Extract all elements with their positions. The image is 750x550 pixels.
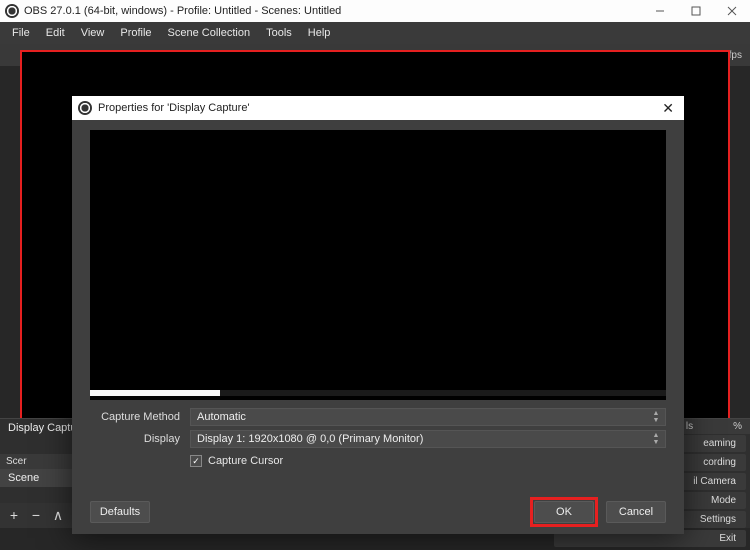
window-title: OBS 27.0.1 (64-bit, windows) - Profile: … xyxy=(24,5,341,17)
titlebar: OBS 27.0.1 (64-bit, windows) - Profile: … xyxy=(0,0,750,22)
dialog-titlebar: Properties for 'Display Capture' ✕ xyxy=(72,96,684,120)
menu-help[interactable]: Help xyxy=(300,24,339,42)
close-icon[interactable]: ✕ xyxy=(658,100,678,117)
remove-icon[interactable]: − xyxy=(28,507,44,524)
up-icon[interactable]: ∧ xyxy=(50,507,66,524)
defaults-button[interactable]: Defaults xyxy=(90,501,150,523)
capture-method-label: Capture Method xyxy=(90,411,190,423)
dialog-preview xyxy=(90,130,666,400)
capture-cursor-checkbox[interactable]: ✓ xyxy=(190,455,202,467)
controls-head-pct: % xyxy=(733,421,742,432)
obs-logo-icon xyxy=(78,101,92,115)
close-window-button[interactable] xyxy=(714,0,750,22)
capture-method-select[interactable]: Automatic ▲▼ xyxy=(190,408,666,426)
capture-method-value: Automatic xyxy=(197,411,246,423)
add-icon[interactable]: + xyxy=(6,507,22,524)
menu-view[interactable]: View xyxy=(73,24,113,42)
menu-scene-collection[interactable]: Scene Collection xyxy=(160,24,259,42)
menubar: File Edit View Profile Scene Collection … xyxy=(0,22,750,44)
cancel-button[interactable]: Cancel xyxy=(606,501,666,523)
display-value: Display 1: 1920x1080 @ 0,0 (Primary Moni… xyxy=(197,433,423,445)
minimize-button[interactable] xyxy=(642,0,678,22)
ok-button[interactable]: OK xyxy=(534,501,594,523)
display-label: Display xyxy=(90,433,190,445)
capture-cursor-label: Capture Cursor xyxy=(208,455,283,467)
obs-logo-icon xyxy=(5,4,19,18)
spinner-icon[interactable]: ▲▼ xyxy=(649,432,663,446)
menu-tools[interactable]: Tools xyxy=(258,24,300,42)
menu-file[interactable]: File xyxy=(4,24,38,42)
menu-profile[interactable]: Profile xyxy=(112,24,159,42)
controls-head: ls xyxy=(686,421,693,432)
menu-edit[interactable]: Edit xyxy=(38,24,73,42)
spinner-icon[interactable]: ▲▼ xyxy=(649,410,663,424)
ok-highlight: OK xyxy=(530,497,598,527)
properties-dialog: Properties for 'Display Capture' ✕ Captu… xyxy=(72,96,684,534)
dialog-title: Properties for 'Display Capture' xyxy=(98,102,250,114)
display-select[interactable]: Display 1: 1920x1080 @ 0,0 (Primary Moni… xyxy=(190,430,666,448)
maximize-button[interactable] xyxy=(678,0,714,22)
